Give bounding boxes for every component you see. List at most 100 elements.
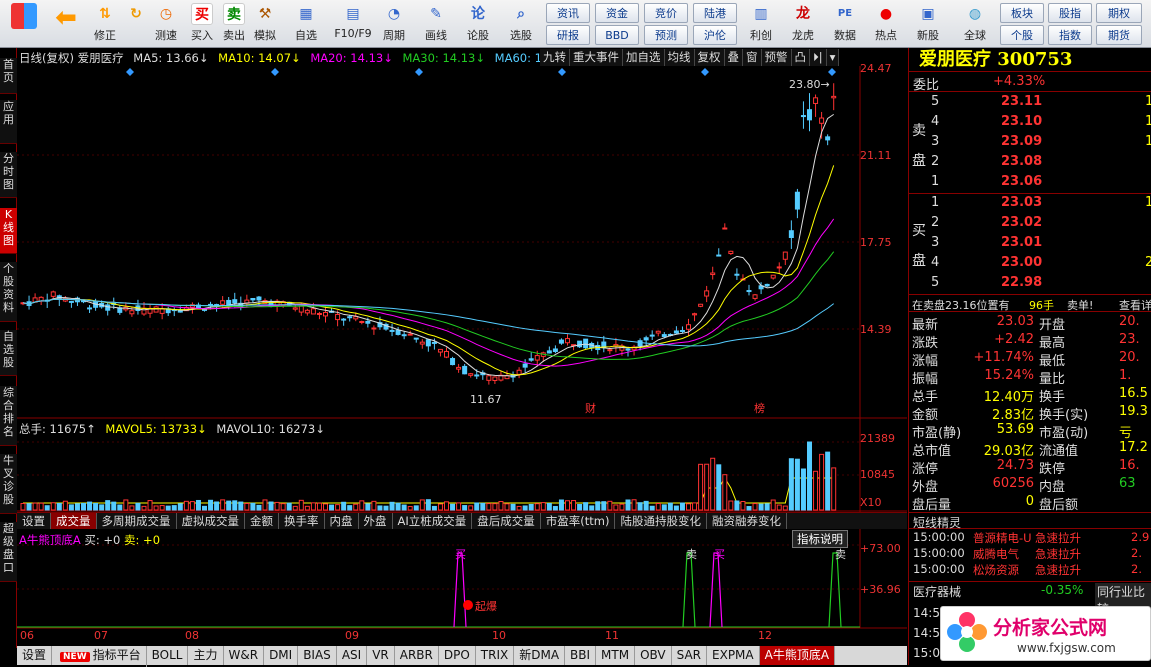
up-down-button[interactable]: ⇅ 修正 (90, 2, 120, 46)
period-button[interactable]: ◔ 周期 (374, 2, 414, 46)
stock-button[interactable]: 个股 (1000, 25, 1044, 45)
tab-margin[interactable]: 融资融券变化 (707, 513, 787, 529)
tab2-trix[interactable]: TRIX (476, 646, 515, 665)
fund-button[interactable]: 资金 (595, 3, 639, 23)
tab2-dpo[interactable]: DPO (439, 646, 476, 665)
tab-hk-holding[interactable]: 陆股通持股变化 (615, 513, 707, 529)
sell-level-5[interactable]: 5 23.11 1 (909, 94, 1151, 112)
speedtest-button[interactable]: ◷ 测速 (150, 2, 182, 46)
draw-line-button[interactable]: ✎ 画线 (416, 2, 456, 46)
jiuzhuan-button[interactable]: 九转 (540, 49, 570, 66)
index-futures-button[interactable]: 股指 (1048, 3, 1092, 23)
tab2-bbi[interactable]: BBI (565, 646, 597, 665)
tab2-asi[interactable]: ASI (337, 646, 368, 665)
hk-connect-button[interactable]: 陆港 (693, 3, 737, 23)
watchlist-button[interactable]: ▦ 自选 (286, 2, 326, 46)
refresh-button[interactable]: ↻ (122, 2, 150, 46)
buy-level-4[interactable]: 4 23.00 2 (909, 255, 1151, 273)
bbd-button[interactable]: BBD (595, 25, 639, 45)
order-alert[interactable]: 在卖盘23.16位置有 96手 卖单! 查看详 (909, 294, 1151, 312)
tab-pe-ttm[interactable]: 市盈率(ttm) (541, 513, 616, 529)
tab-diagnosis[interactable]: 牛叉诊股 (0, 454, 17, 514)
tab2-arbr[interactable]: ARBR (395, 646, 439, 665)
major-event-button[interactable]: 重大事件 (570, 49, 623, 66)
options-button[interactable]: 期权 (1096, 3, 1142, 23)
overlay-button[interactable]: 叠 (725, 49, 743, 66)
tab-super-quote[interactable]: 超级盘口 (0, 522, 17, 582)
hotspot-button[interactable]: ● 热点 (866, 2, 906, 46)
sector-button[interactable]: 板块 (1000, 3, 1044, 23)
tab2-settings[interactable]: 设置 (17, 646, 53, 665)
tab-turnover[interactable]: 换手率 (279, 513, 325, 529)
tab-outer[interactable]: 外盘 (359, 513, 393, 529)
home-grid-button[interactable] (6, 2, 42, 46)
tab-intraday[interactable]: 分时图 (0, 152, 17, 198)
profit-button[interactable]: ▥ 利创 (742, 2, 780, 46)
adjust-button[interactable]: 复权 (695, 49, 725, 66)
tab-multi-volume[interactable]: 多周期成交量 (97, 513, 177, 529)
tab2-expma[interactable]: EXPMA (707, 646, 760, 665)
kline-chart[interactable]: 23.80→ 11.67 财 榜 买 卖 买 卖 起爆 (17, 48, 907, 648)
forum-button[interactable]: 论论股 (460, 2, 496, 46)
step-icon[interactable]: ⏵| (810, 49, 827, 66)
ma-button[interactable]: 均线 (665, 49, 695, 66)
buy-button[interactable]: 买买入 (188, 2, 216, 46)
sell-level-2[interactable]: 2 23.08 (909, 154, 1151, 172)
sell-level-4[interactable]: 4 23.10 1 (909, 114, 1151, 132)
back-button[interactable]: ⬅ (48, 2, 84, 46)
tab-inner[interactable]: 内盘 (325, 513, 359, 529)
industry-row[interactable]: 医疗器械 -0.35% 同行业比较 (909, 581, 1151, 617)
menu-icon[interactable]: ▾ (827, 49, 840, 66)
tab-amount[interactable]: 金额 (245, 513, 279, 529)
tab2-dmi[interactable]: DMI (264, 646, 299, 665)
tab-virtual-volume[interactable]: 虚拟成交量 (177, 513, 245, 529)
tab2-bias[interactable]: BIAS (298, 646, 337, 665)
tab2-sar[interactable]: SAR (672, 646, 708, 665)
sell-button[interactable]: 卖卖出 (220, 2, 248, 46)
tab2-main[interactable]: 主力 (188, 646, 224, 665)
buy-level-1[interactable]: 1 23.03 1 (909, 195, 1151, 213)
tab2-wr[interactable]: W&R (224, 646, 265, 665)
home-icon[interactable]: 凸 (792, 49, 810, 66)
stock-picker-button[interactable]: ⌕ 选股 (500, 2, 542, 46)
add-watchlist-button[interactable]: 加自选 (623, 49, 665, 66)
buy-level-2[interactable]: 2 23.02 (909, 215, 1151, 233)
tab-apps[interactable]: 应用 (0, 100, 17, 144)
tab-profile[interactable]: 个股资料 (0, 262, 17, 322)
tab2-dma[interactable]: 新DMA (514, 646, 566, 665)
index-button[interactable]: 指数 (1048, 25, 1092, 45)
tab-kline[interactable]: K线图 (0, 208, 17, 254)
tab2-boll[interactable]: BOLL (147, 646, 189, 665)
simulate-button[interactable]: ⚒ 模拟 (250, 2, 280, 46)
new-stock-button[interactable]: ▣ 新股 (908, 2, 948, 46)
alert-button[interactable]: 预警 (762, 49, 792, 66)
tab-home[interactable]: 首页 (0, 58, 17, 94)
tab-ai-volume[interactable]: AI立桩成交量 (393, 513, 473, 529)
tab2-niuxiong[interactable]: A牛熊顶底A (759, 646, 836, 665)
tab2-mtm[interactable]: MTM (596, 646, 636, 665)
auction-button[interactable]: 竞价 (644, 3, 688, 23)
futures-button[interactable]: 期货 (1096, 25, 1142, 45)
sell-level-3[interactable]: 3 23.09 1 (909, 134, 1151, 152)
tab2-platform[interactable]: NEW 指标平台 (52, 646, 147, 667)
indicator-explain-button[interactable]: 指标说明 (792, 530, 848, 548)
short-item[interactable]: 15:00:00 松炀资源 急速拉升 2. (909, 562, 1151, 580)
tab-ranking[interactable]: 综合排名 (0, 386, 17, 446)
tab-after-volume[interactable]: 盘后成交量 (472, 513, 541, 529)
f10-button[interactable]: ▤ F10/F9 (330, 2, 376, 46)
sell-level-1[interactable]: 1 23.06 (909, 174, 1151, 192)
data-button[interactable]: PE 数据 (826, 2, 864, 46)
dragon-tiger-button[interactable]: 龙龙虎 (784, 2, 822, 46)
window-button[interactable]: 窗 (743, 49, 762, 66)
tab2-obv[interactable]: OBV (635, 646, 672, 665)
global-button[interactable]: ◍ 全球 (952, 2, 998, 46)
short-title[interactable]: 短线精灵 (909, 512, 1151, 530)
tab-watchlist[interactable]: 自选股 (0, 330, 17, 376)
news-button[interactable]: 资讯 (546, 3, 590, 23)
tab2-vr[interactable]: VR (367, 646, 395, 665)
shanghai-london-button[interactable]: 沪伦 (693, 25, 737, 45)
buy-level-5[interactable]: 5 22.98 (909, 275, 1151, 293)
buy-level-3[interactable]: 3 23.01 (909, 235, 1151, 253)
tab-volume[interactable]: 成交量 (51, 513, 97, 529)
research-button[interactable]: 研报 (546, 25, 590, 45)
